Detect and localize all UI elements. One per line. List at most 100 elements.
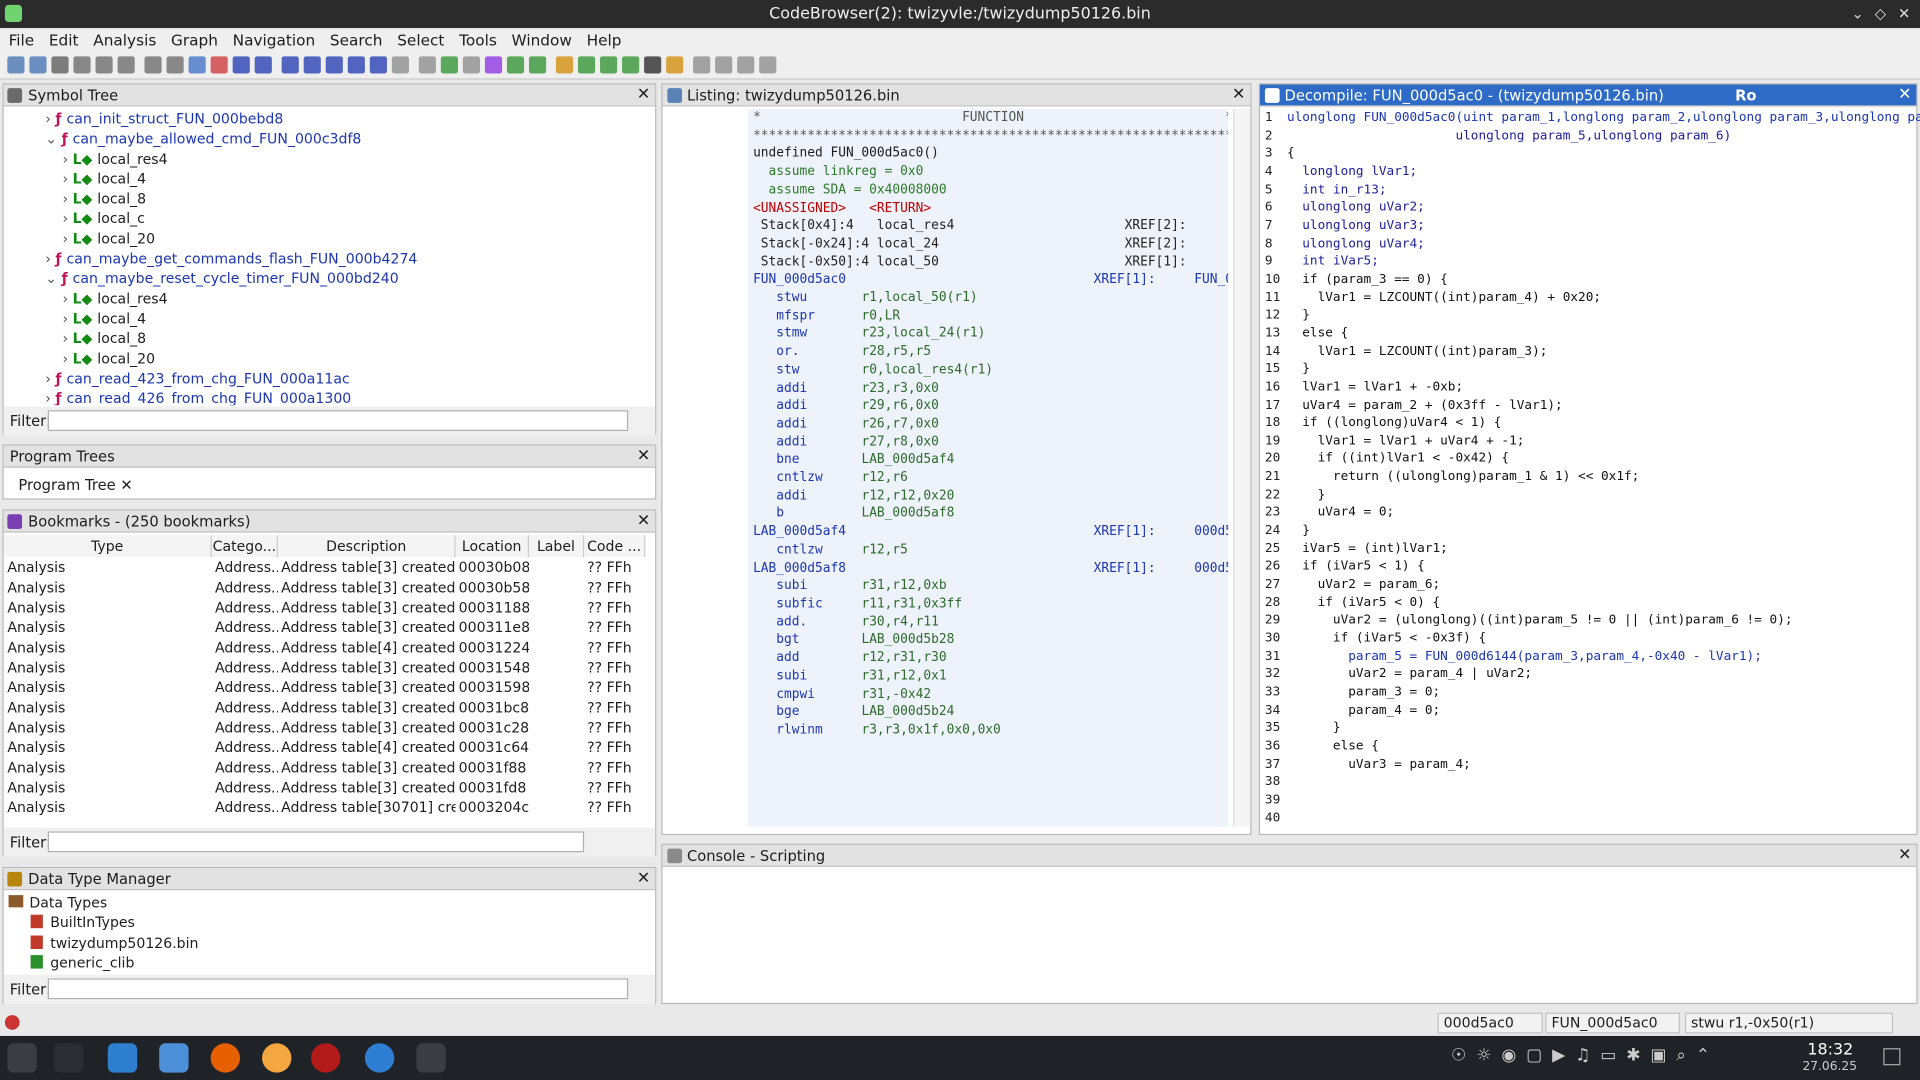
bookmarks-filter-input[interactable] xyxy=(47,831,585,853)
close-icon[interactable]: ✕ xyxy=(637,511,650,533)
expand-toggle-icon[interactable]: › xyxy=(62,330,72,347)
toolbar-button-icon[interactable] xyxy=(644,56,662,74)
table-row[interactable]: Analysis Address...Address table[3] creat… xyxy=(4,597,645,617)
listing-line[interactable]: rlwinm r3,r3,0x1f,0x0,0x0 xyxy=(753,721,1228,739)
decompile-line[interactable]: else { xyxy=(1287,324,1920,342)
symbol-function-node[interactable]: ⌄ ƒ can_maybe_allowed_cmd_FUN_000c3df8 xyxy=(4,129,641,149)
store-icon[interactable] xyxy=(107,1043,138,1073)
decompile-line[interactable]: return ((ulonglong)param_1 & 1) << 0x1f; xyxy=(1287,468,1920,486)
tab-program-tree[interactable]: Program Tree ✕ xyxy=(18,476,132,493)
data-type-archive[interactable]: BuiltInTypes xyxy=(9,913,199,933)
decompile-line[interactable]: ulonglong uVar2; xyxy=(1287,199,1920,217)
column-header[interactable]: Code ... xyxy=(583,535,646,558)
decompile-line[interactable]: } xyxy=(1287,522,1920,540)
listing-line[interactable]: Stack[0x4]:4 local_res4 XREF[2]: xyxy=(753,217,1228,235)
symbol-local-node[interactable]: › L◆ local_c xyxy=(4,209,641,229)
table-row[interactable]: Analysis Address...Address table[3] creat… xyxy=(4,757,645,777)
toolbar-button-icon[interactable] xyxy=(369,56,387,74)
listing-line[interactable]: add. r30,r4,r11 xyxy=(753,613,1228,631)
decompile-line[interactable]: ulonglong uVar3; xyxy=(1287,217,1920,235)
system-tray-icons[interactable]: ☉☼◉▢▶♫▭✱▣⌕⌃ xyxy=(1451,1046,1710,1068)
decompile-line[interactable]: uVar2 = param_6; xyxy=(1287,576,1920,594)
expand-toggle-icon[interactable]: › xyxy=(62,350,72,367)
expand-toggle-icon[interactable]: › xyxy=(45,110,55,127)
decompile-line[interactable]: lVar1 = lVar1 + -0xb; xyxy=(1287,378,1920,396)
listing-line[interactable]: bne LAB_000d5af4 xyxy=(753,451,1228,469)
listing-line[interactable]: stmw r23,local_24(r1) xyxy=(753,325,1228,343)
menu-search[interactable]: Search xyxy=(324,28,389,52)
data-type-archive[interactable]: generic_clib xyxy=(9,953,199,973)
decompile-line[interactable]: uVar2 = (ulonglong)((int)param_5 != 0 ||… xyxy=(1287,611,1920,629)
listing-line[interactable]: * FUNCTION * xyxy=(753,109,1228,127)
expand-toggle-icon[interactable]: › xyxy=(62,170,72,187)
symbol-local-node[interactable]: › L◆ local_8 xyxy=(4,189,641,209)
listing-line[interactable]: or. r28,r5,r5 xyxy=(753,343,1228,361)
menu-help[interactable]: Help xyxy=(580,28,627,52)
decompile-line[interactable]: int iVar5; xyxy=(1287,253,1920,271)
menu-graph[interactable]: Graph xyxy=(165,28,224,52)
listing-line[interactable]: subfic r11,r31,0x3ff xyxy=(753,595,1228,613)
data-type-archive[interactable]: twizydump50126.bin xyxy=(9,933,198,953)
listing-line[interactable]: subi r31,r12,0x1 xyxy=(753,667,1228,685)
menu-select[interactable]: Select xyxy=(391,28,450,52)
decompile-line[interactable]: longlong lVar1; xyxy=(1287,163,1920,181)
column-header[interactable]: Catego... xyxy=(211,535,279,558)
toolbar-button-icon[interactable] xyxy=(462,56,481,74)
toolbar-button-icon[interactable] xyxy=(29,56,47,74)
data-type-filter-input[interactable] xyxy=(47,978,629,1000)
column-header[interactable]: Label xyxy=(528,535,585,558)
toolbar-button-icon[interactable] xyxy=(440,56,458,74)
decompile-line[interactable]: param_4 = 0; xyxy=(1287,701,1920,719)
ghidra-icon[interactable] xyxy=(311,1043,341,1073)
decompile-line[interactable]: if (iVar5 < 1) { xyxy=(1287,558,1920,576)
column-header[interactable]: Description xyxy=(277,535,456,558)
decompile-line[interactable]: lVar1 = lVar1 + uVar4 + -1; xyxy=(1287,432,1920,450)
listing-line[interactable]: bge LAB_000d5b24 xyxy=(753,703,1228,721)
listing-line[interactable]: addi r23,r3,0x0 xyxy=(753,379,1228,397)
listing-line[interactable]: b LAB_000d5af8 xyxy=(753,505,1228,523)
minimize-icon[interactable]: ⌄ xyxy=(1851,0,1863,28)
listing-line[interactable]: assume SDA = 0x40008000 xyxy=(753,181,1228,199)
column-header[interactable]: Location xyxy=(454,535,530,558)
menu-file[interactable]: File xyxy=(2,28,40,52)
symbol-local-node[interactable]: › L◆ local_8 xyxy=(4,328,641,348)
clock-time[interactable]: 18:32 xyxy=(1807,1041,1853,1059)
toolbar-button-icon[interactable] xyxy=(759,56,777,74)
listing-line[interactable]: cmpwi r31,-0x42 xyxy=(753,685,1228,703)
listing-line[interactable]: <UNASSIGNED> <RETURN> xyxy=(753,199,1228,217)
expand-toggle-icon[interactable]: › xyxy=(62,290,72,307)
maximize-icon[interactable]: ◇ xyxy=(1875,0,1886,28)
file-manager-icon[interactable] xyxy=(159,1043,189,1073)
symbol-function-node[interactable]: ⌄ ƒ can_maybe_reset_cycle_timer_FUN_000b… xyxy=(4,269,641,289)
toolbar-button-icon[interactable] xyxy=(391,56,409,74)
expand-toggle-icon[interactable]: › xyxy=(62,190,72,207)
close-icon[interactable]: ✕ xyxy=(1898,845,1911,867)
decompile-line[interactable]: uVar4 = 0; xyxy=(1287,504,1920,522)
listing-line[interactable]: addi r27,r8,0x0 xyxy=(753,433,1228,451)
decompile-line[interactable]: if ((int)lVar1 < -0x42) { xyxy=(1287,450,1920,468)
listing-overview-bar[interactable] xyxy=(1233,108,1251,827)
toolbar-button-icon[interactable] xyxy=(666,56,684,74)
expand-toggle-icon[interactable]: › xyxy=(45,370,55,387)
table-row[interactable]: Analysis Address...Address table[3] creat… xyxy=(4,697,645,717)
close-window-icon[interactable]: ✕ xyxy=(1898,0,1910,28)
decompile-line[interactable]: } xyxy=(1287,486,1920,504)
expand-toggle-icon[interactable]: › xyxy=(62,150,72,167)
listing-line[interactable]: bgt LAB_000d5b28 xyxy=(753,631,1228,649)
decompile-line[interactable]: } xyxy=(1287,306,1920,324)
decompile-line[interactable]: } xyxy=(1287,719,1920,737)
toolbar-button-icon[interactable] xyxy=(418,56,436,74)
column-header[interactable]: Type xyxy=(3,535,212,558)
close-icon[interactable]: ✕ xyxy=(1232,84,1245,106)
toolbar-button-icon[interactable] xyxy=(188,56,206,74)
toolbar-button-icon[interactable] xyxy=(73,56,91,74)
listing-line[interactable]: LAB_000d5af8 XREF[1]: 000d5a xyxy=(753,559,1228,577)
listing-line[interactable]: Stack[-0x24]:4 local_24 XREF[2]: xyxy=(753,235,1228,253)
table-row[interactable]: Analysis Address...Address table[3] creat… xyxy=(4,577,645,597)
toolbar-button-icon[interactable] xyxy=(7,56,25,74)
toolbar-button-icon[interactable] xyxy=(95,56,113,74)
decompile-line[interactable]: if ((longlong)uVar4 < 1) { xyxy=(1287,414,1920,432)
listing-line[interactable]: add r12,r31,r30 xyxy=(753,649,1228,667)
close-icon[interactable]: ✕ xyxy=(637,446,650,468)
decompile-line[interactable]: iVar5 = (int)lVar1; xyxy=(1287,540,1920,558)
